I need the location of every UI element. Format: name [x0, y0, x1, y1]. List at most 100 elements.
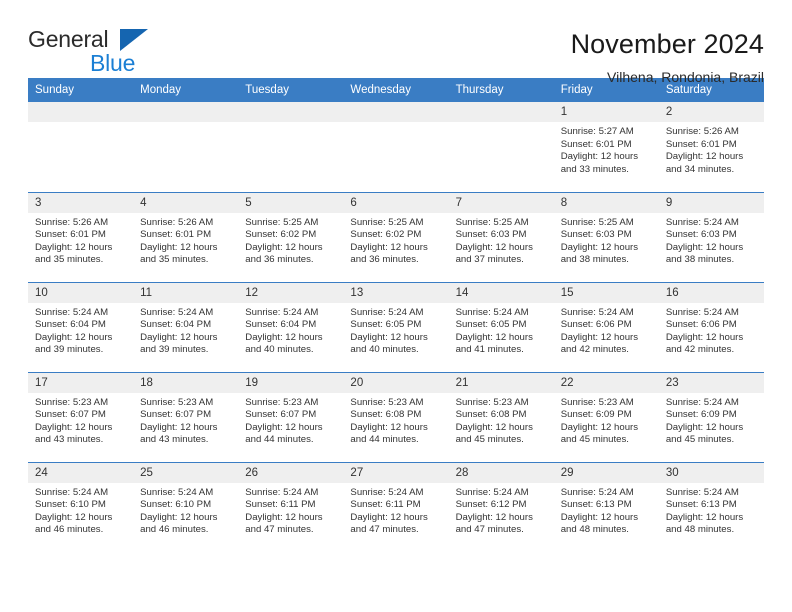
daylight-text-line1: Daylight: 12 hours: [560, 511, 639, 523]
weekday-header-tuesday: Tuesday: [238, 78, 344, 102]
calendar-day-cell[interactable]: 6 Sunrise: 5:25 AM Sunset: 6:02 PM Daylight…: [343, 191, 449, 282]
calendar-day-cell[interactable]: 1 Sunrise: 5:27 AM Sunset: 6:01 PM Daylight…: [553, 102, 659, 192]
sunset-text: Sunset: 6:10 PM: [140, 499, 212, 511]
daylight-text-line2: and 36 minutes.: [245, 254, 314, 266]
calendar-day-cell[interactable]: 11 Sunrise: 5:24 AM Sunset: 6:04 PM Dayligh…: [133, 281, 239, 372]
sunset-text: Sunset: 6:11 PM: [245, 499, 316, 511]
calendar-day-cell[interactable]: 10 Sunrise: 5:24 AM Sunset: 6:04 PM Dayligh…: [28, 281, 134, 372]
day-cell-inner: 13 Sunrise: 5:24 AM Sunset: 6:05 PM Dayligh…: [343, 282, 449, 372]
calendar-day-cell[interactable]: 22 Sunrise: 5:23 AM Sunset: 6:09 PM Dayligh…: [553, 371, 659, 462]
sunset-text: Sunset: 6:07 PM: [35, 409, 106, 421]
day-details: Sunrise: 5:24 AM Sunset: 6:04 PM Daylight:…: [28, 303, 133, 357]
weekday-header-monday: Monday: [133, 78, 239, 102]
sunset-text: Sunset: 6:01 PM: [665, 138, 737, 150]
calendar-day-cell[interactable]: 27 Sunrise: 5:24 AM Sunset: 6:11 PM Dayligh…: [343, 461, 449, 553]
sunset-text: Sunset: 6:01 PM: [560, 138, 632, 150]
daylight-text-line1: Daylight: 12 hours: [665, 511, 744, 523]
calendar-day-cell[interactable]: 24 Sunrise: 5:24 AM Sunset: 6:10 PM Dayligh…: [28, 461, 134, 552]
calendar-day-cell[interactable]: 7 Sunrise: 5:25 AM Sunset: 6:03 PM Daylight…: [448, 191, 554, 282]
sunrise-text: Sunrise: 5:27 AM: [560, 126, 634, 137]
sunset-text: Sunset: 6:07 PM: [245, 409, 317, 421]
calendar-day-cell-empty: [343, 102, 449, 192]
daylight-text-line2: and 45 minutes.: [455, 434, 524, 446]
daylight-text-line1: Daylight: 12 hours: [455, 331, 533, 343]
daylight-text-line2: and 34 minutes.: [665, 163, 735, 175]
sunrise-text: Sunrise: 5:23 AM: [35, 396, 109, 408]
sunset-text: Sunset: 6:04 PM: [245, 319, 317, 331]
calendar-day-cell[interactable]: 25 Sunrise: 5:24 AM Sunset: 6:10 PM Dayligh…: [133, 461, 239, 552]
day-cell-inner: 9 Sunrise: 5:24 AM Sunset: 6:03 PM Daylight…: [658, 192, 764, 282]
daylight-text-line1: Daylight: 12 hours: [560, 241, 639, 253]
sunset-text: Sunset: 6:12 PM: [455, 499, 527, 511]
daylight-text-line1: Daylight: 12 hours: [140, 511, 218, 523]
brand-logo[interactable]: General Blue: [28, 26, 148, 80]
calendar-day-cell[interactable]: 3 Sunrise: 5:26 AM Sunset: 6:01 PM Daylight…: [28, 191, 134, 282]
daylight-text-line2: and 44 minutes.: [245, 434, 314, 446]
day-details: Sunrise: 5:24 AM Sunset: 6:09 PM Daylight:…: [659, 393, 764, 447]
daylight-text-line1: Daylight: 12 hours: [350, 241, 428, 253]
calendar-day-cell[interactable]: 20 Sunrise: 5:23 AM Sunset: 6:08 PM Dayligh…: [343, 371, 449, 462]
calendar-day-cell[interactable]: 26 Sunrise: 5:24 AM Sunset: 6:11 PM Dayligh…: [238, 461, 344, 552]
day-number: 1: [553, 102, 659, 122]
sunrise-text: Sunrise: 5:24 AM: [455, 306, 529, 318]
day-number: [133, 102, 239, 122]
calendar-day-cell[interactable]: 5 Sunrise: 5:25 AM Sunset: 6:02 PM Daylight…: [238, 191, 344, 282]
sunrise-text: Sunrise: 5:26 AM: [140, 216, 214, 228]
day-cell-inner: 18 Sunrise: 5:23 AM Sunset: 6:07 PM Dayligh…: [133, 372, 239, 462]
day-details: Sunrise: 5:23 AM Sunset: 6:08 PM Daylight:…: [449, 393, 554, 447]
day-cell-inner: 19 Sunrise: 5:23 AM Sunset: 6:07 PM Dayligh…: [238, 372, 344, 462]
calendar-day-cell[interactable]: 29 Sunrise: 5:24 AM Sunset: 6:13 PM Dayligh…: [553, 461, 659, 552]
sunset-text: Sunset: 6:10 PM: [35, 499, 106, 511]
calendar-day-cell[interactable]: 9 Sunrise: 5:24 AM Sunset: 6:03 PM Daylight…: [658, 191, 764, 282]
calendar-day-cell[interactable]: 16 Sunrise: 5:24 AM Sunset: 6:06 PM Dayligh…: [658, 281, 764, 372]
sunset-text: Sunset: 6:02 PM: [350, 229, 422, 241]
sunrise-text: Sunrise: 5:25 AM: [560, 216, 634, 228]
calendar-day-cell[interactable]: 13 Sunrise: 5:24 AM Sunset: 6:05 PM Dayligh…: [343, 281, 449, 372]
sunrise-text: Sunrise: 5:25 AM: [350, 216, 424, 228]
calendar-day-cell[interactable]: 23 Sunrise: 5:24 AM Sunset: 6:09 PM Dayligh…: [658, 371, 764, 462]
daylight-text-line1: Daylight: 12 hours: [665, 421, 744, 433]
day-cell-inner: 27 Sunrise: 5:24 AM Sunset: 6:11 PM Dayligh…: [343, 462, 449, 553]
calendar-day-cell[interactable]: 15 Sunrise: 5:24 AM Sunset: 6:06 PM Dayligh…: [553, 281, 659, 372]
triangle-logo-icon: [120, 29, 148, 51]
calendar-day-cell[interactable]: 17 Sunrise: 5:23 AM Sunset: 6:07 PM Dayligh…: [28, 371, 134, 462]
sunrise-text: Sunrise: 5:23 AM: [350, 396, 424, 408]
weekday-header-thursday: Thursday: [448, 78, 554, 102]
day-cell-inner: [28, 102, 134, 192]
sunrise-text: Sunrise: 5:24 AM: [665, 396, 739, 408]
day-number: 25: [133, 462, 239, 483]
calendar-day-cell[interactable]: 2 Sunrise: 5:26 AM Sunset: 6:01 PM Daylight…: [658, 102, 764, 192]
day-cell-inner: [133, 102, 239, 192]
day-details: Sunrise: 5:24 AM Sunset: 6:13 PM Daylight:…: [659, 483, 764, 537]
day-number: 7: [448, 192, 554, 213]
day-cell-inner: 10 Sunrise: 5:24 AM Sunset: 6:04 PM Dayligh…: [28, 282, 134, 372]
day-number: 27: [343, 462, 449, 483]
calendar-day-cell[interactable]: 4 Sunrise: 5:26 AM Sunset: 6:01 PM Daylight…: [133, 191, 239, 282]
daylight-text-line2: and 38 minutes.: [560, 254, 629, 266]
daylight-text-line2: and 42 minutes.: [665, 344, 735, 356]
day-number: 9: [658, 192, 764, 213]
calendar-day-cell[interactable]: 18 Sunrise: 5:23 AM Sunset: 6:07 PM Dayligh…: [133, 371, 239, 462]
day-cell-inner: 4 Sunrise: 5:26 AM Sunset: 6:01 PM Daylight…: [133, 192, 239, 282]
daylight-text-line1: Daylight: 12 hours: [350, 421, 428, 433]
sunset-text: Sunset: 6:01 PM: [140, 229, 212, 241]
day-details: Sunrise: 5:23 AM Sunset: 6:07 PM Daylight:…: [28, 393, 133, 447]
calendar-day-cell[interactable]: 19 Sunrise: 5:23 AM Sunset: 6:07 PM Dayligh…: [238, 371, 344, 462]
calendar-day-cell[interactable]: 14 Sunrise: 5:24 AM Sunset: 6:05 PM Dayligh…: [448, 281, 554, 372]
day-number: [343, 102, 449, 122]
day-details: Sunrise: 5:24 AM Sunset: 6:05 PM Daylight:…: [343, 303, 448, 357]
daylight-text-line1: Daylight: 12 hours: [560, 151, 639, 163]
calendar-day-cell[interactable]: 30 Sunrise: 5:24 AM Sunset: 6:13 PM Dayligh…: [658, 461, 764, 552]
daylight-text-line2: and 45 minutes.: [560, 434, 629, 446]
day-cell-inner: 6 Sunrise: 5:25 AM Sunset: 6:02 PM Daylight…: [343, 192, 449, 282]
calendar-day-cell[interactable]: 21 Sunrise: 5:23 AM Sunset: 6:08 PM Dayligh…: [448, 371, 554, 462]
calendar-day-cell[interactable]: 8 Sunrise: 5:25 AM Sunset: 6:03 PM Daylight…: [553, 191, 659, 282]
day-cell-inner: 23 Sunrise: 5:24 AM Sunset: 6:09 PM Dayligh…: [658, 372, 764, 462]
day-cell-inner: 12 Sunrise: 5:24 AM Sunset: 6:04 PM Dayligh…: [238, 282, 344, 372]
day-cell-inner: 3 Sunrise: 5:26 AM Sunset: 6:01 PM Daylight…: [28, 192, 134, 282]
calendar-day-cell[interactable]: 28 Sunrise: 5:24 AM Sunset: 6:12 PM Dayligh…: [448, 461, 554, 552]
sunrise-text: Sunrise: 5:24 AM: [35, 486, 109, 498]
day-number: 16: [658, 282, 764, 303]
daylight-text-line2: and 33 minutes.: [560, 163, 629, 175]
calendar-day-cell[interactable]: 12 Sunrise: 5:24 AM Sunset: 6:04 PM Dayligh…: [238, 281, 344, 372]
